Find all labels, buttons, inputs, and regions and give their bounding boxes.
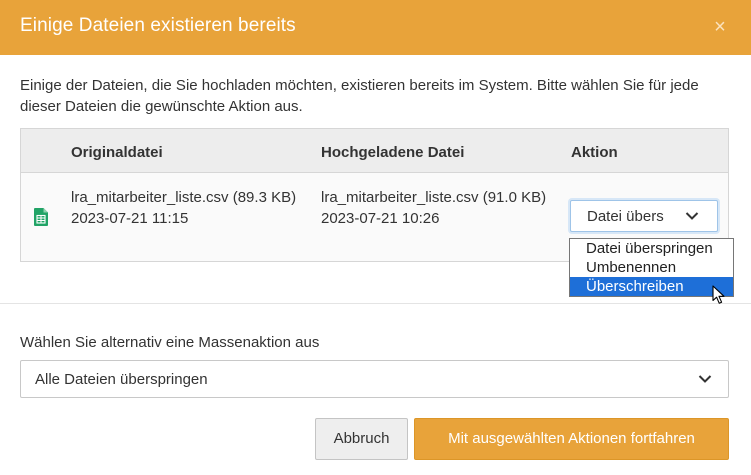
dialog-description: Einige der Dateien, die Sie hochladen mö… (20, 77, 699, 115)
continue-with-selected-actions-button[interactable]: Mit ausgewählten Aktionen fortfahren (414, 418, 729, 460)
column-header-uploaded: Hochgeladene Datei (321, 144, 465, 161)
original-file-date: 2023-07-21 11:15 (71, 210, 189, 227)
file-conflict-dialog: Einige Dateien existieren bereits × Eini… (0, 0, 751, 475)
action-dropdown-list: Datei überspringen Umbenennen Überschrei… (569, 238, 734, 297)
section-divider (0, 303, 751, 304)
uploaded-file-name: lra_mitarbeiter_liste.csv (91.0 KB) (321, 189, 547, 206)
mass-action-select[interactable]: Alle Dateien überspringen (20, 360, 729, 398)
option-skip-file[interactable]: Datei überspringen (570, 239, 733, 258)
cancel-button[interactable]: Abbruch (315, 418, 408, 460)
uploaded-file-cell: lra_mitarbeiter_liste.csv (91.0 KB) 2023… (321, 187, 561, 229)
uploaded-file-date: 2023-07-21 10:26 (321, 210, 440, 227)
mouse-cursor-icon (712, 285, 725, 304)
spreadsheet-file-icon (34, 208, 48, 226)
chevron-down-icon (685, 212, 699, 220)
dialog-header: Einige Dateien existieren bereits × (0, 0, 751, 55)
chevron-down-icon (698, 375, 712, 383)
original-file-cell: lra_mitarbeiter_liste.csv (89.3 KB) 2023… (71, 187, 311, 229)
mass-action-select-value: Alle Dateien überspringen (35, 371, 208, 388)
option-rename[interactable]: Umbenennen (570, 258, 733, 277)
column-header-action: Aktion (571, 144, 618, 161)
action-select-value: Datei übers (587, 208, 664, 225)
original-file-name: lra_mitarbeiter_liste.csv (89.3 KB) (71, 189, 297, 206)
column-header-original: Originaldatei (71, 144, 163, 161)
close-icon: × (714, 16, 726, 38)
table-header: Originaldatei Hochgeladene Datei Aktion (21, 129, 728, 173)
dialog-title: Einige Dateien existieren bereits (20, 15, 296, 36)
close-button[interactable]: × (711, 16, 729, 38)
action-select[interactable]: Datei übers (570, 200, 718, 232)
mass-action-label: Wählen Sie alternativ eine Massenaktion … (20, 334, 320, 351)
option-overwrite[interactable]: Überschreiben (570, 277, 733, 296)
